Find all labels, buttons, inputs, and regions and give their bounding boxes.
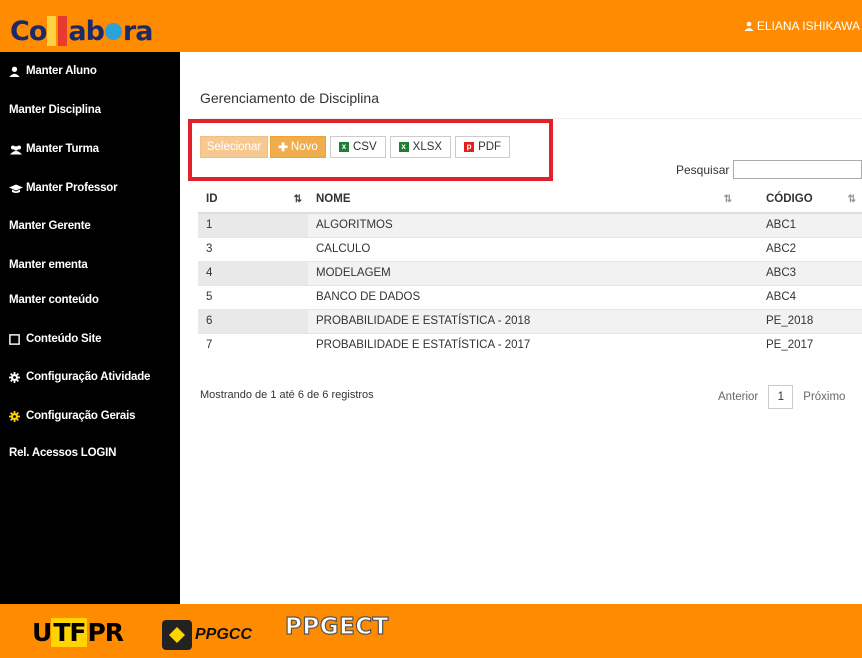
ppgcc-logo: PPGCC — [162, 620, 252, 650]
column-header-id[interactable]: ID ⇅ — [198, 185, 308, 214]
page-title: Gerenciamento de Disciplina — [200, 90, 379, 106]
sort-icon: ⇅ — [723, 194, 732, 205]
table-info: Mostrando de 1 até 6 de 6 registros — [200, 389, 374, 401]
sidebar-item-label: Manter Turma — [26, 143, 99, 155]
disciplines-table: ID ⇅ NOME ⇅ CÓDIGO ⇅ 1 ALGORITMOS ABC1 3 CALCU… — [198, 185, 862, 357]
sidebar-item-manter-professor[interactable]: Manter Professor — [0, 178, 180, 198]
table-row[interactable]: 3 CALCULO ABC2 — [198, 236, 862, 261]
footer: U TF PR PPGCC PPGECT — [0, 604, 862, 658]
utfpr-logo: U TF PR — [32, 618, 124, 647]
sidebar-item-configuracao-atividade[interactable]: Configuração Atividade — [0, 367, 180, 387]
sidebar-item-manter-disciplina[interactable]: Manter Disciplina — [0, 100, 180, 120]
sidebar-item-label: Configuração Gerais — [26, 410, 136, 422]
gear-icon — [9, 371, 23, 383]
sidebar-item-label: Manter Aluno — [26, 65, 97, 77]
square-icon — [9, 333, 23, 345]
top-bar: Co ab ra ELIANA ISHIKAWA — [0, 0, 862, 52]
search-label: Pesquisar — [676, 163, 730, 177]
user-icon — [744, 21, 754, 31]
user-name: ELIANA ISHIKAWA — [756, 19, 860, 33]
page-1-button[interactable]: 1 — [768, 385, 794, 409]
column-header-codigo[interactable]: CÓDIGO ⇅ — [738, 185, 862, 214]
table-row[interactable]: 1 ALGORITMOS ABC1 — [198, 212, 862, 237]
sidebar: Manter Aluno Manter Disciplina Manter Tu… — [0, 52, 180, 604]
user-menu[interactable]: ELIANA ISHIKAWA — [744, 0, 862, 52]
sidebar-item-label: Manter Professor — [26, 182, 118, 194]
table-row[interactable]: 4 MODELAGEM ABC3 — [198, 260, 862, 285]
pagination: Anterior 1 Próximo — [718, 385, 845, 409]
sidebar-item-configuracao-gerais[interactable]: Configuração Gerais — [0, 406, 180, 426]
table-row[interactable]: 5 BANCO DE DADOS ABC4 — [198, 284, 862, 309]
gear-icon — [9, 410, 23, 422]
sidebar-item-label: Manter conteúdo — [9, 294, 99, 306]
next-page-button[interactable]: Próximo — [803, 391, 845, 403]
graduation-cap-icon — [9, 183, 23, 194]
sidebar-item-rel-acessos-login[interactable]: Rel. Acessos LOGIN — [0, 443, 180, 463]
ppgect-logo: PPGECT — [284, 613, 389, 640]
sidebar-item-label: Manter Gerente — [9, 220, 91, 232]
column-header-nome[interactable]: NOME ⇅ — [308, 185, 738, 214]
main-content: Gerenciamento de Disciplina Selecionar ✚… — [180, 52, 862, 604]
sidebar-item-manter-ementa[interactable]: Manter ementa — [0, 255, 180, 275]
sidebar-item-manter-aluno[interactable]: Manter Aluno — [0, 61, 180, 81]
sidebar-item-label: Conteúdo Site — [26, 333, 102, 345]
sidebar-item-label: Configuração Atividade — [26, 371, 151, 383]
user-icon — [9, 66, 23, 77]
table-row[interactable]: 6 PROBABILIDADE E ESTATÍSTICA - 2018 PE_20… — [198, 308, 862, 333]
sidebar-item-conteudo-site[interactable]: Conteúdo Site — [0, 329, 180, 349]
sort-icon: ⇅ — [847, 194, 856, 205]
highlight-box — [188, 119, 553, 181]
sidebar-item-manter-gerente[interactable]: Manter Gerente — [0, 216, 180, 236]
sidebar-item-label: Manter ementa — [9, 259, 88, 271]
collabora-logo[interactable]: Co ab ra — [10, 14, 153, 48]
users-icon — [9, 144, 23, 155]
search-input[interactable] — [733, 160, 862, 179]
sidebar-item-manter-conteudo[interactable]: Manter conteúdo — [0, 290, 180, 310]
ppgcc-mark-icon — [162, 620, 192, 650]
table-row[interactable]: 7 PROBABILIDADE E ESTATÍSTICA - 2017 PE_20… — [198, 332, 862, 357]
sidebar-item-label: Manter Disciplina — [9, 104, 101, 116]
sort-asc-icon: ⇅ — [293, 194, 302, 205]
sidebar-item-label: Rel. Acessos LOGIN — [9, 447, 117, 459]
sidebar-item-manter-turma[interactable]: Manter Turma — [0, 139, 180, 159]
previous-page-button[interactable]: Anterior — [718, 391, 758, 403]
